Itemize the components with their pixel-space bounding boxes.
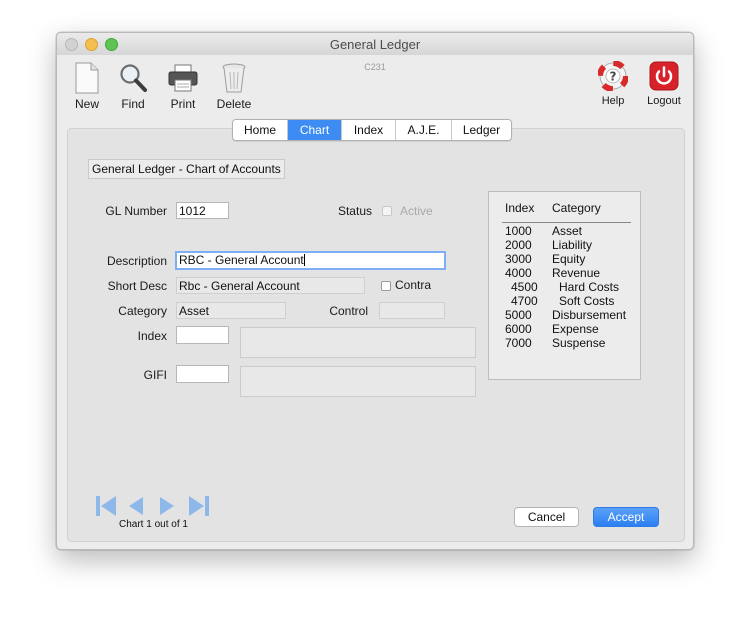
index-code: 5000 bbox=[505, 308, 532, 322]
tab-bar: Home Chart Index A.J.E. Ledger bbox=[232, 119, 512, 141]
index-code: 4500 bbox=[511, 280, 538, 294]
short-desc-label: Short Desc bbox=[107, 279, 167, 293]
last-record-icon[interactable] bbox=[187, 494, 211, 518]
magnifier-icon bbox=[120, 64, 147, 92]
gifi-label: GIFI bbox=[143, 368, 167, 382]
index-code: 4700 bbox=[511, 294, 538, 308]
new-document-icon bbox=[75, 62, 99, 94]
index-category-list: Index Category 1000 Asset 2000 Liability 300… bbox=[488, 191, 641, 380]
logout-label: Logout bbox=[647, 95, 681, 107]
text-caret bbox=[303, 254, 305, 266]
index-code: 3000 bbox=[505, 252, 532, 266]
status-label: Status bbox=[337, 204, 372, 218]
tab-aje[interactable]: A.J.E. bbox=[396, 120, 452, 140]
delete-button[interactable]: Delete bbox=[212, 59, 256, 115]
index-code: 6000 bbox=[505, 322, 532, 336]
gl-number-label: GL Number bbox=[105, 204, 167, 218]
printer-icon bbox=[168, 64, 198, 92]
window-title: General Ledger bbox=[329, 37, 421, 52]
power-icon bbox=[649, 61, 679, 91]
short-desc-field: Rbc - General Account bbox=[176, 277, 365, 294]
contra-checkbox[interactable] bbox=[381, 281, 391, 291]
description-value: RBC - General Account bbox=[179, 253, 304, 267]
gifi-description-box bbox=[240, 366, 476, 397]
control-field bbox=[379, 302, 445, 319]
active-label: Active bbox=[400, 204, 433, 218]
header-divider bbox=[502, 222, 631, 223]
help-lifebuoy-icon: ? bbox=[598, 61, 628, 91]
index-code: 4000 bbox=[505, 266, 532, 280]
active-checkbox[interactable] bbox=[382, 206, 392, 216]
index-category: Disbursement bbox=[552, 308, 627, 322]
find-label: Find bbox=[121, 97, 145, 111]
find-button[interactable]: Find bbox=[113, 59, 153, 115]
tab-index[interactable]: Index bbox=[342, 120, 396, 140]
index-category: Suspense bbox=[552, 336, 606, 350]
section-title: General Ledger - Chart of Accounts bbox=[88, 159, 285, 179]
print-button[interactable]: Print bbox=[163, 59, 203, 115]
trash-icon bbox=[222, 63, 246, 93]
previous-record-icon[interactable] bbox=[125, 494, 147, 518]
new-button[interactable]: New bbox=[67, 59, 107, 115]
index-code: 2000 bbox=[505, 238, 532, 252]
general-ledger-window: General Ledger C231 New Find Print Delet… bbox=[56, 32, 694, 550]
tab-chart[interactable]: Chart bbox=[288, 120, 342, 140]
index-category: Equity bbox=[552, 252, 586, 266]
contra-label: Contra bbox=[395, 278, 432, 292]
index-column-header: Index bbox=[505, 201, 535, 215]
index-description-box bbox=[240, 327, 476, 358]
index-category: Liability bbox=[552, 238, 593, 252]
description-label: Description bbox=[106, 254, 167, 268]
gifi-field[interactable] bbox=[176, 365, 229, 383]
description-field[interactable]: RBC - General Account bbox=[175, 251, 446, 270]
tab-home[interactable]: Home bbox=[233, 120, 288, 140]
index-category: Expense bbox=[552, 322, 599, 336]
record-position-caption: Chart 1 out of 1 bbox=[119, 519, 188, 530]
index-code: 7000 bbox=[505, 336, 532, 350]
category-label: Category bbox=[118, 304, 167, 318]
gl-number-field[interactable]: 1012 bbox=[176, 202, 229, 219]
index-field[interactable] bbox=[176, 326, 229, 344]
index-category: Soft Costs bbox=[559, 294, 615, 308]
screen-code: C231 bbox=[364, 62, 386, 72]
help-label: Help bbox=[601, 95, 625, 107]
index-category: Revenue bbox=[552, 266, 601, 280]
category-field: Asset bbox=[176, 302, 286, 319]
delete-label: Delete bbox=[216, 97, 252, 111]
index-code: 1000 bbox=[505, 224, 532, 238]
accept-button[interactable]: Accept bbox=[593, 507, 659, 527]
index-category: Hard Costs bbox=[559, 280, 620, 294]
cancel-button[interactable]: Cancel bbox=[514, 507, 579, 527]
title-bar[interactable]: General Ledger bbox=[57, 33, 693, 55]
control-label: Control bbox=[329, 304, 368, 318]
new-label: New bbox=[74, 97, 99, 111]
category-column-header: Category bbox=[552, 201, 601, 215]
index-category: Asset bbox=[552, 224, 583, 238]
first-record-icon[interactable] bbox=[94, 494, 118, 518]
print-label: Print bbox=[170, 97, 196, 111]
svg-text:?: ? bbox=[610, 70, 617, 84]
next-record-icon[interactable] bbox=[156, 494, 178, 518]
tab-ledger[interactable]: Ledger bbox=[452, 120, 511, 140]
index-label: Index bbox=[137, 329, 167, 343]
logout-button[interactable]: Logout bbox=[641, 59, 687, 111]
help-button[interactable]: ? Help bbox=[593, 59, 633, 111]
